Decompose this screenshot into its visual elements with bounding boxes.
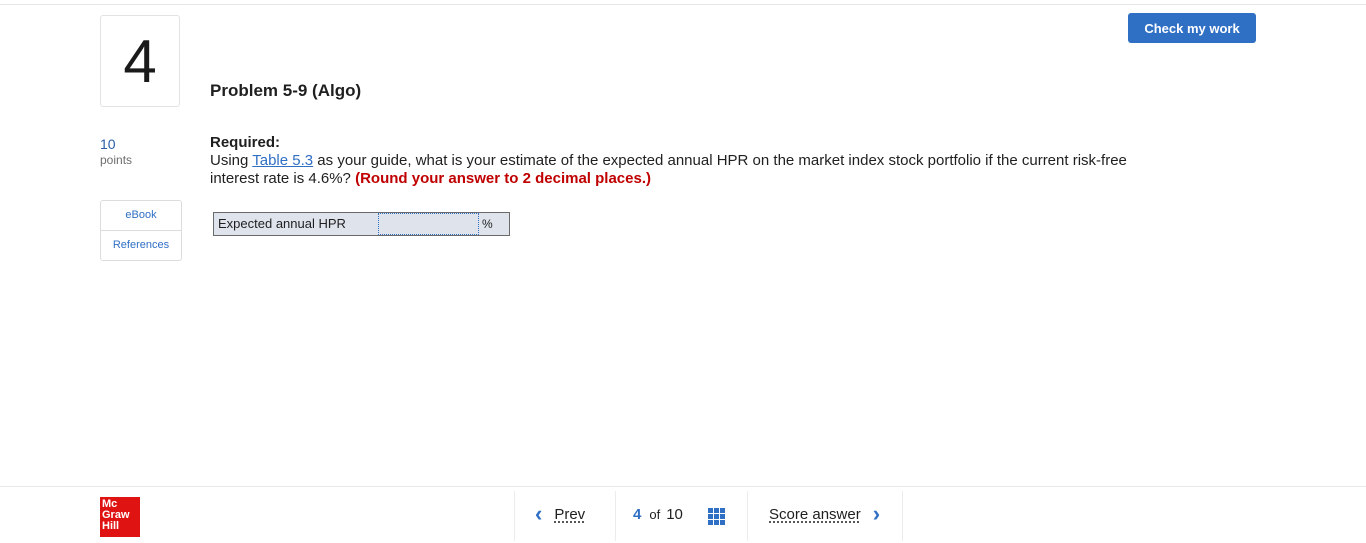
rounding-instruction: (Round your answer to 2 decimal places.) (355, 170, 651, 187)
percent-unit: % (482, 217, 493, 231)
score-label: Score answer (769, 505, 861, 523)
references-link[interactable]: References (101, 230, 181, 260)
question-text-start: Using (210, 152, 253, 169)
ebook-link[interactable]: eBook (101, 201, 181, 230)
chevron-right-icon: › (872, 501, 881, 526)
top-divider (0, 4, 1366, 5)
prev-label: Prev (554, 505, 586, 523)
footer: Mc Graw Hill ‹ Prev 4 of 10 Score answer… (0, 486, 1366, 543)
grid-icon[interactable] (708, 508, 726, 526)
nav-divider (615, 491, 616, 541)
points-label: points (100, 153, 133, 167)
prev-button[interactable]: ‹ Prev (535, 501, 586, 526)
answer-row: Expected annual HPR % (213, 212, 510, 236)
question-text-end: as your guide, what is your estimate of … (210, 152, 1127, 187)
total-pages: 10 (666, 506, 683, 523)
check-my-work-button[interactable]: Check my work (1128, 13, 1256, 43)
required-label: Required: (210, 134, 281, 151)
answer-label: Expected annual HPR (218, 216, 346, 231)
question-navigation: ‹ Prev 4 of 10 Score answer › (514, 491, 903, 541)
current-page: 4 (633, 506, 642, 523)
nav-divider (747, 491, 748, 541)
question-body: Required: Using Table 5.3 as your guide,… (210, 134, 1160, 188)
hpr-input[interactable] (378, 213, 479, 235)
question-number: 4 (100, 15, 180, 107)
resources-panel: eBook References (100, 200, 182, 261)
chevron-left-icon: ‹ (535, 501, 543, 526)
score-answer-button[interactable]: Score answer › (769, 501, 881, 526)
page-counter: 4 of 10 (633, 506, 683, 523)
points-value: 10 (100, 136, 116, 152)
mcgraw-hill-logo: Mc Graw Hill (100, 497, 140, 537)
points-panel: 10 points (100, 136, 132, 167)
table-link[interactable]: Table 5.3 (252, 152, 313, 169)
problem-title: Problem 5-9 (Algo) (210, 81, 362, 100)
logo-line: Hill (102, 520, 120, 532)
of-label: of (649, 507, 661, 522)
